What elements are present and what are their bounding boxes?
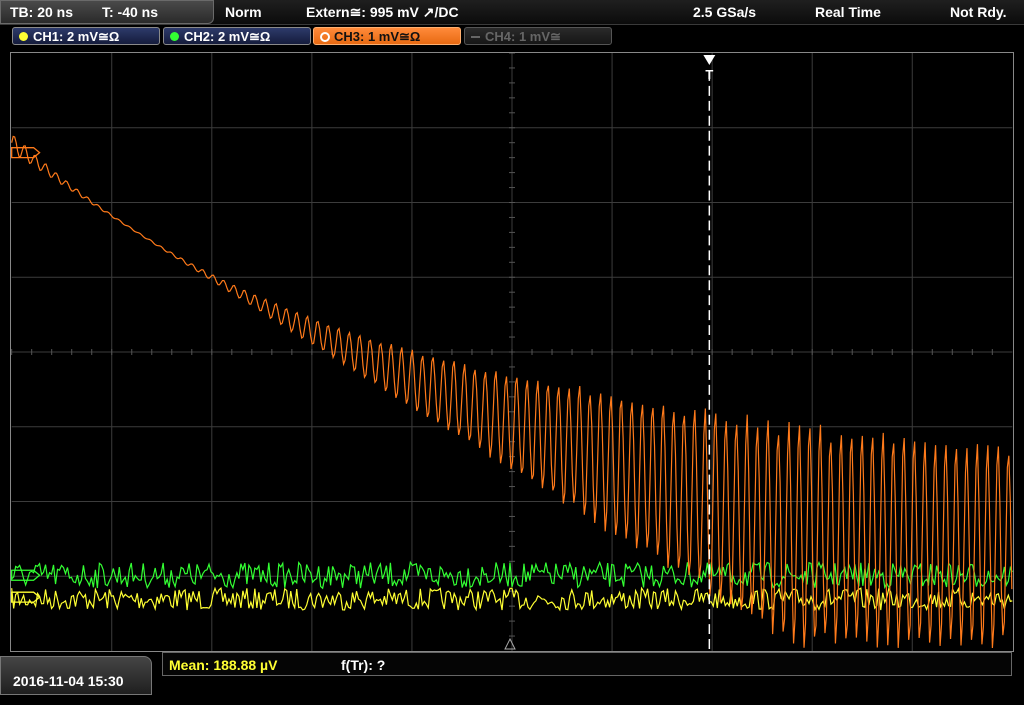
sample-rate: 2.5 GSa/s [693, 4, 757, 20]
graticule [11, 53, 1013, 651]
channel-tab-label: CH2: 2 mV≅Ω [184, 29, 271, 44]
ch3-color-dot [320, 32, 330, 42]
channel-tab-ch2[interactable]: CH2: 2 mV≅Ω [163, 27, 311, 45]
trigger-label: T [705, 67, 713, 82]
trigger-source[interactable]: Extern≅: 995 mV ↗/DC [306, 0, 459, 24]
function-measurement[interactable]: f(Tr): ? [341, 655, 385, 675]
datetime-box: 2016-11-04 15:30 [0, 656, 152, 695]
acquisition-mode[interactable]: Real Time [815, 0, 881, 24]
ch2-color-dot [170, 32, 179, 41]
channel-tab-ch1[interactable]: CH1: 2 mV≅Ω [12, 27, 160, 45]
channel-tab-label: CH4: 1 mV≅ [485, 29, 561, 44]
trigger-mode[interactable]: Norm [225, 0, 262, 24]
ch2-offset-marker[interactable] [11, 569, 41, 581]
trigger-arrow-icon [703, 54, 716, 65]
bottom-bar: 2016-11-04 15:30 Mean: 188.88 µV f(Tr): … [0, 652, 1024, 695]
timebase-readout[interactable]: TB: 20 ns [10, 0, 73, 24]
center-arrow-icon [504, 637, 516, 650]
acquisition-state: Not Rdy. [950, 4, 1007, 20]
ch4-off-icon [471, 36, 480, 38]
channel-tab-label: CH3: 1 mV≅Ω [334, 29, 421, 44]
ch1-color-dot [19, 32, 28, 41]
datetime-label: 2016-11-04 15:30 [13, 673, 124, 689]
status-bar: TB: 20 ns T: -40 ns Norm Extern≅: 995 mV… [0, 0, 1024, 25]
mean-measurement[interactable]: Mean: 188.88 µV [169, 655, 277, 675]
waveform-display[interactable]: T [10, 52, 1014, 652]
channel-tab-ch3[interactable]: CH3: 1 mV≅Ω [313, 27, 461, 45]
channel-tab-label: CH1: 2 mV≅Ω [33, 29, 120, 44]
trigger-time-readout[interactable]: T: -40 ns [102, 0, 158, 24]
measurement-bar[interactable]: Mean: 188.88 µV f(Tr): ? [162, 652, 1012, 676]
channel-offset-markers[interactable] [11, 147, 41, 603]
channel-tab-ch4[interactable]: CH4: 1 mV≅ [464, 27, 612, 45]
trigger-marker[interactable]: T [504, 54, 716, 651]
